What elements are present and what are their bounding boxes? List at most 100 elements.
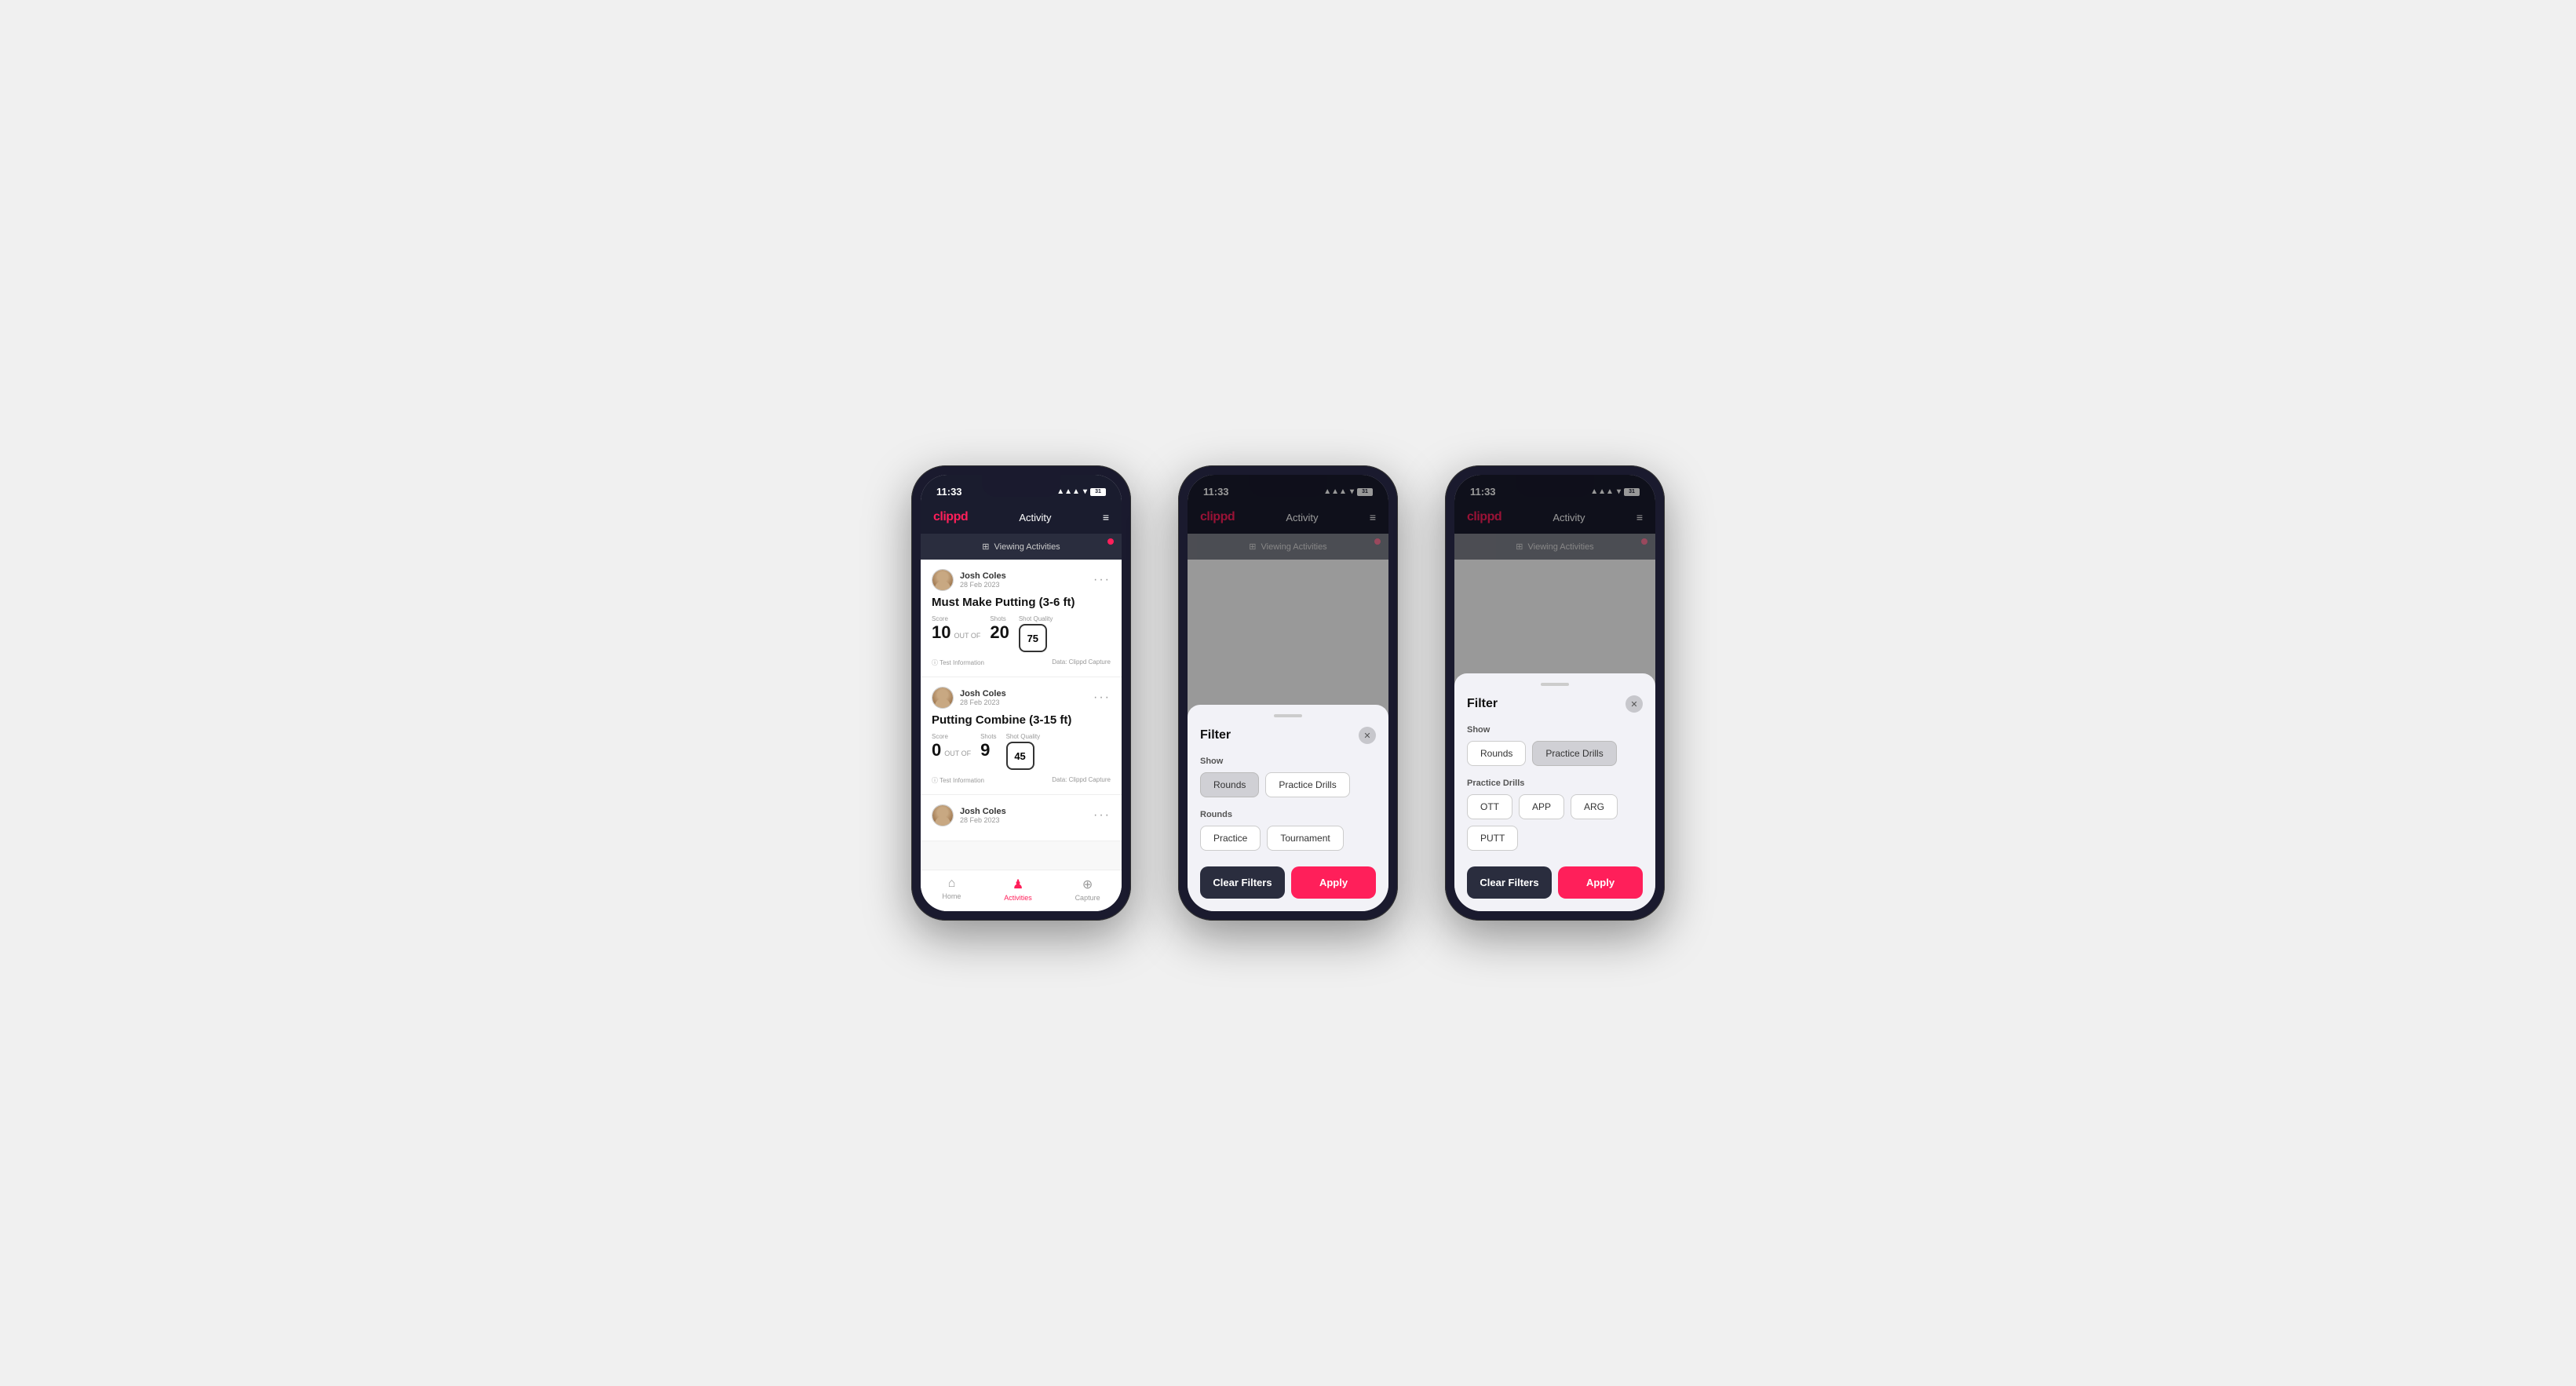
filter-sheet-2: Filter ✕ Show Rounds Practice Drills Rou…: [1188, 705, 1388, 911]
stat-shots-1: Shots 20: [990, 615, 1009, 652]
notch: [982, 475, 1060, 497]
shots-value-1: 20: [990, 624, 1009, 641]
score-label-2: Score: [932, 733, 971, 740]
filter-title-3: Filter: [1467, 697, 1498, 711]
status-time-1: 11:33: [936, 486, 962, 498]
activity-card-2: Josh Coles 28 Feb 2023 ··· Putting Combi…: [921, 677, 1122, 795]
show-label-2: Show: [1200, 757, 1376, 766]
red-dot-1: [1107, 538, 1114, 545]
footer-right-2: Data: Clippd Capture: [1052, 776, 1111, 785]
activity-title-2: Putting Combine (3-15 ft): [932, 713, 1111, 727]
activity-card-3: Josh Coles 28 Feb 2023 ···: [921, 795, 1122, 841]
user-info-3: Josh Coles 28 Feb 2023: [932, 804, 1006, 826]
user-info-1: Josh Coles 28 Feb 2023: [932, 569, 1006, 591]
wifi-icon: ▾: [1083, 487, 1087, 496]
filter-header-3: Filter ✕: [1467, 695, 1643, 713]
show-options-3: Rounds Practice Drills: [1467, 741, 1643, 766]
filter-sheet-3: Filter ✕ Show Rounds Practice Drills Pra…: [1454, 673, 1655, 911]
filter-icon: ⊞: [982, 542, 989, 552]
clear-filters-3[interactable]: Clear Filters: [1467, 866, 1552, 899]
menu-icon-1[interactable]: ≡: [1103, 511, 1109, 523]
more-options-3[interactable]: ···: [1093, 808, 1111, 822]
scroll-content-1[interactable]: Josh Coles 28 Feb 2023 ··· Must Make Put…: [921, 560, 1122, 870]
footer-left-2: ⓘ Test Information: [932, 776, 984, 785]
drills-label-3: Practice Drills: [1467, 779, 1643, 788]
card-header-1: Josh Coles 28 Feb 2023 ···: [932, 569, 1111, 591]
signal-icon: ▲▲▲: [1056, 487, 1080, 496]
filter-practice-drills-2[interactable]: Practice Drills: [1265, 772, 1349, 797]
filter-title-2: Filter: [1200, 728, 1231, 742]
more-options-2[interactable]: ···: [1093, 691, 1111, 705]
stat-score-1: Score 10 OUT OF: [932, 615, 980, 652]
phone-1-screen: 11:33 ▲▲▲ ▾ 31 clippd Activity ≡ ⊞ Viewi…: [921, 475, 1122, 911]
stat-shots-2: Shots 9: [980, 733, 996, 770]
close-filter-2[interactable]: ✕: [1359, 727, 1376, 744]
card-header-3: Josh Coles 28 Feb 2023 ···: [932, 804, 1111, 826]
user-name-2: Josh Coles: [960, 689, 1006, 698]
shots-label-1: Shots: [990, 615, 1009, 622]
stats-row-2: Score 0 OUT OF Shots 9 Shot Quality: [932, 733, 1111, 770]
filter-practice-drills-3[interactable]: Practice Drills: [1532, 741, 1616, 766]
filter-tournament-2[interactable]: Tournament: [1267, 826, 1343, 851]
apply-button-3[interactable]: Apply: [1558, 866, 1643, 899]
nav-activities-1[interactable]: ♟ Activities: [1004, 877, 1032, 902]
capture-icon: ⊕: [1082, 877, 1093, 892]
status-icons-1: ▲▲▲ ▾ 31: [1056, 487, 1106, 496]
stat-quality-1: Shot Quality 75: [1019, 615, 1053, 652]
filter-actions-2: Clear Filters Apply: [1200, 866, 1376, 899]
quality-value-2: 45: [1006, 742, 1034, 770]
activity-title-1: Must Make Putting (3-6 ft): [932, 596, 1111, 609]
show-options-2: Rounds Practice Drills: [1200, 772, 1376, 797]
card-footer-1: ⓘ Test Information Data: Clippd Capture: [932, 658, 1111, 667]
filter-ott-3[interactable]: OTT: [1467, 794, 1512, 819]
filter-app-3[interactable]: APP: [1519, 794, 1564, 819]
score-value-1: 10 OUT OF: [932, 624, 980, 641]
phone-3-screen: 11:33 ▲▲▲ ▾ 31 clippd Activity ≡ ⊞ Viewi…: [1454, 475, 1655, 911]
viewing-bar-1[interactable]: ⊞ Viewing Activities: [921, 534, 1122, 560]
show-label-3: Show: [1467, 725, 1643, 735]
stat-quality-2: Shot Quality 45: [1006, 733, 1041, 770]
avatar-3: [932, 804, 954, 826]
filter-rounds-2[interactable]: Rounds: [1200, 772, 1259, 797]
rounds-options-2: Practice Tournament: [1200, 826, 1376, 851]
filter-arg-3[interactable]: ARG: [1571, 794, 1618, 819]
activities-icon: ♟: [1013, 877, 1023, 892]
more-options-1[interactable]: ···: [1093, 573, 1111, 587]
quality-value-1: 75: [1019, 624, 1047, 652]
activities-label: Activities: [1004, 894, 1032, 902]
phone-2-screen: 11:33 ▲▲▲ ▾ 31 clippd Activity ≡ ⊞ Viewi…: [1188, 475, 1388, 911]
activity-card-1: Josh Coles 28 Feb 2023 ··· Must Make Put…: [921, 560, 1122, 677]
capture-label: Capture: [1075, 894, 1100, 902]
nav-home-1[interactable]: ⌂ Home: [942, 877, 961, 902]
sheet-handle-3: [1541, 683, 1569, 686]
filter-putt-3[interactable]: PUTT: [1467, 826, 1518, 851]
user-date-1: 28 Feb 2023: [960, 581, 1006, 589]
home-label: Home: [942, 892, 961, 900]
apply-button-2[interactable]: Apply: [1291, 866, 1376, 899]
drills-options-3: OTT APP ARG PUTT: [1467, 794, 1643, 851]
filter-actions-3: Clear Filters Apply: [1467, 866, 1643, 899]
phone-2: 11:33 ▲▲▲ ▾ 31 clippd Activity ≡ ⊞ Viewi…: [1178, 465, 1398, 921]
nav-capture-1[interactable]: ⊕ Capture: [1075, 877, 1100, 902]
quality-label-1: Shot Quality: [1019, 615, 1053, 622]
phone-1: 11:33 ▲▲▲ ▾ 31 clippd Activity ≡ ⊞ Viewi…: [911, 465, 1131, 921]
filter-header-2: Filter ✕: [1200, 727, 1376, 744]
filter-overlay-3[interactable]: Filter ✕ Show Rounds Practice Drills Pra…: [1454, 475, 1655, 911]
shots-label-2: Shots: [980, 733, 996, 740]
rounds-label-2: Rounds: [1200, 810, 1376, 819]
filter-rounds-3[interactable]: Rounds: [1467, 741, 1526, 766]
footer-right-1: Data: Clippd Capture: [1052, 658, 1111, 667]
app-header-1: clippd Activity ≡: [921, 504, 1122, 534]
card-header-2: Josh Coles 28 Feb 2023 ···: [932, 687, 1111, 709]
quality-label-2: Shot Quality: [1006, 733, 1041, 740]
phone-3: 11:33 ▲▲▲ ▾ 31 clippd Activity ≡ ⊞ Viewi…: [1445, 465, 1665, 921]
close-filter-3[interactable]: ✕: [1626, 695, 1643, 713]
filter-practice-2[interactable]: Practice: [1200, 826, 1261, 851]
stats-row-1: Score 10 OUT OF Shots 20 Shot Quality: [932, 615, 1111, 652]
avatar-1: [932, 569, 954, 591]
clear-filters-2[interactable]: Clear Filters: [1200, 866, 1285, 899]
score-label-1: Score: [932, 615, 980, 622]
filter-overlay-2[interactable]: Filter ✕ Show Rounds Practice Drills Rou…: [1188, 475, 1388, 911]
card-footer-2: ⓘ Test Information Data: Clippd Capture: [932, 776, 1111, 785]
sheet-handle-2: [1274, 714, 1302, 717]
